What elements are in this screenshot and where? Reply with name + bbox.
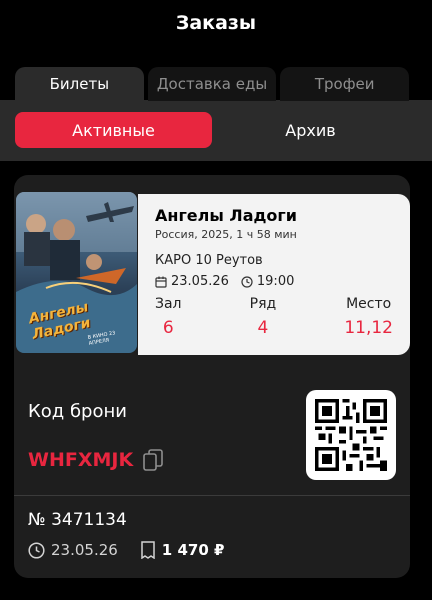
film-meta: Россия, 2025, 1 ч 58 мин	[155, 228, 297, 241]
qr-code[interactable]	[306, 390, 396, 480]
qr-code-image	[315, 399, 387, 471]
ticket-card[interactable]: Ангелы Ладоги В КИНО 23 АПРЕЛЯ Ангелы Ла…	[14, 175, 410, 578]
hall-value: 6	[162, 318, 174, 338]
place-value: 11,12	[344, 318, 393, 338]
page-title: Заказы	[175, 12, 257, 34]
booking-code-label: Код брони	[28, 401, 127, 422]
calendar-icon	[155, 276, 167, 288]
clock-icon	[241, 275, 253, 288]
row-label: Ряд	[249, 296, 277, 312]
receipt-icon	[141, 541, 155, 559]
hall-label: Зал	[155, 296, 182, 312]
session-date: 23.05.26	[155, 274, 229, 289]
session-time-text: 19:00	[256, 274, 295, 289]
hall-info: Зал 6	[155, 296, 182, 338]
segment-archive[interactable]: Архив	[212, 112, 409, 148]
card-divider	[14, 495, 410, 496]
session-time: 19:00	[241, 274, 294, 289]
tab-trophies[interactable]: Трофеи	[280, 67, 410, 101]
order-date: 23.05.26	[28, 541, 118, 559]
order-number: № 3471134	[28, 510, 127, 530]
film-title: Ангелы Ладоги	[155, 206, 297, 225]
row-info: Ряд 4	[250, 296, 277, 338]
order-meta: 23.05.26 1 470 ₽	[28, 541, 238, 559]
page-header: Заказы	[0, 0, 432, 46]
seat-info: Зал 6 Ряд 4 Место 11,12	[155, 296, 393, 338]
order-price-text: 1 470 ₽	[161, 541, 225, 559]
segment-active[interactable]: Активные	[15, 112, 212, 148]
clock-icon	[28, 541, 45, 559]
tab-tickets[interactable]: Билеты	[15, 67, 144, 101]
session-datetime: 23.05.26 19:00	[155, 274, 394, 289]
booking-code-value: WHFXMJK	[28, 449, 134, 471]
place-info: Место 11,12	[344, 296, 393, 338]
copy-icon[interactable]	[143, 449, 163, 471]
ticket-info-panel: Ангелы Ладоги Россия, 2025, 1 ч 58 мин К…	[138, 194, 410, 355]
cinema-name: КАРО 10 Реутов	[155, 253, 263, 268]
session-date-text: 23.05.26	[171, 274, 229, 289]
booking-code: WHFXMJK	[28, 449, 163, 471]
place-label: Место	[346, 296, 392, 312]
movie-poster[interactable]: Ангелы Ладоги В КИНО 23 АПРЕЛЯ	[16, 192, 137, 353]
orders-tabs: Билеты Доставка еды Трофеи	[15, 67, 410, 101]
order-price: 1 470 ₽	[140, 541, 225, 559]
order-date-text: 23.05.26	[51, 541, 118, 559]
status-segmented-control: Активные Архив	[15, 112, 409, 148]
tab-food-delivery[interactable]: Доставка еды	[147, 67, 277, 101]
row-value: 4	[257, 318, 269, 338]
